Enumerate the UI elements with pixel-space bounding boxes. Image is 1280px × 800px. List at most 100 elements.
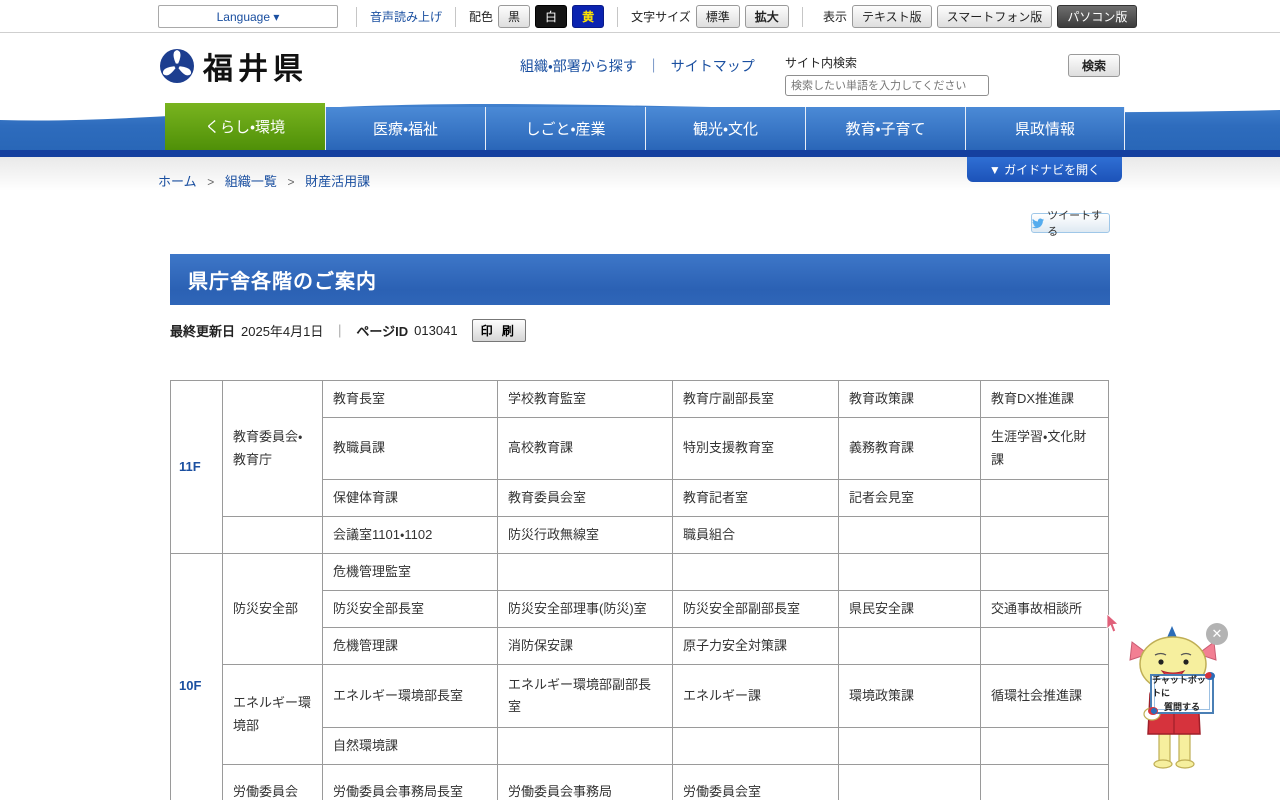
dept-cell: 労働委員会: [222, 764, 323, 800]
last-updated-label: 最終更新日: [170, 324, 236, 339]
room-cell: 交通事故相談所: [980, 590, 1109, 628]
utility-bar: Language ▾ 音声読み上げ 配色 黒 白 黄 文字サイズ 標準 拡大 表…: [0, 0, 1280, 33]
page-id-value: 013041: [414, 323, 458, 338]
nav-item-shigoto[interactable]: しごと・産業: [485, 107, 645, 150]
room-cell: 義務教育課: [838, 417, 981, 480]
last-updated-value: 2025年4月1日: [241, 324, 324, 339]
room-cell: 防災安全部理事(防災)室: [497, 590, 673, 628]
color-yellow-button[interactable]: 黄: [572, 5, 605, 28]
color-white-button[interactable]: 白: [535, 5, 568, 28]
color-scheme-label: 配色: [469, 10, 494, 24]
room-cell: 環境政策課: [838, 664, 981, 728]
chatbot-open-button[interactable]: チャットボットに 質問する: [1148, 672, 1215, 715]
room-cell: 労働委員会事務局長室: [322, 764, 498, 800]
room-cell: 危機管理監室: [322, 553, 498, 591]
table-row: 労働委員会 労働委員会事務局長室 労働委員会事務局 労働委員会室: [171, 764, 1109, 800]
dept-cell-empty: [222, 516, 323, 554]
table-row: エネルギー環境部 エネルギー環境部長室 エネルギー環境部副部長室 エネルギー課 …: [171, 664, 1109, 765]
table-row: 11F 教育委員会・教育庁 教育長室 学校教育監室 教育庁副部長室 教育政策課 …: [170, 380, 1109, 554]
page-meta: 最終更新日 2025年4月1日 ｜ ページID 013041 印 刷: [170, 319, 526, 342]
room-cell: 危機管理課: [322, 627, 498, 665]
nav-item-kurashi[interactable]: くらし・環境: [165, 103, 325, 150]
mouse-cursor-icon: [1106, 614, 1119, 633]
room-cell: エネルギー課: [672, 664, 839, 728]
table-row: 会議室1101・1102 防災行政無線室 職員組合: [171, 516, 1109, 554]
print-button[interactable]: 印 刷: [471, 319, 526, 342]
room-cell: 教職員課: [322, 417, 498, 480]
twitter-bird-icon: [1032, 218, 1045, 228]
room-cell: 労働委員会室: [672, 764, 839, 800]
room-cell-empty: [838, 516, 981, 554]
header-links: 組織・部署から探す ｜ サイトマップ: [520, 56, 755, 76]
room-cell: 教育DX推進課: [980, 380, 1109, 418]
room-cell: 原子力安全対策課: [672, 627, 839, 665]
dept-cell: 教育委員会・教育庁: [222, 380, 323, 517]
view-mode-label: 表示: [823, 10, 848, 24]
room-cell-empty: [980, 764, 1109, 800]
room-cell-empty: [497, 553, 673, 591]
room-cell: エネルギー環境部副部長室: [497, 664, 673, 728]
search-button[interactable]: 検索: [1067, 54, 1120, 77]
link-separator: ｜: [646, 58, 661, 74]
page-id-label: ページID: [356, 324, 409, 339]
room-cell-empty: [672, 553, 839, 591]
breadcrumb-home[interactable]: ホーム: [158, 174, 197, 189]
room-cell: 防災行政無線室: [497, 516, 673, 554]
room-cell-empty: [838, 627, 981, 665]
view-text-button[interactable]: テキスト版: [852, 5, 932, 28]
breadcrumb-current[interactable]: 財産活用課: [305, 174, 370, 189]
find-by-org-link[interactable]: 組織・部署から探す: [520, 58, 637, 74]
view-pc-button[interactable]: パソコン版: [1057, 5, 1138, 28]
table-row: 10F 防災安全部 危機管理監室: [170, 553, 1109, 800]
sitemap-link[interactable]: サイトマップ: [671, 58, 755, 74]
chatbot-widget: ✕ チャットボットに 質問する: [1122, 622, 1232, 782]
floor-guide-table: 11F 教育委員会・教育庁 教育長室 学校教育監室 教育庁副部長室 教育政策課 …: [170, 380, 1109, 800]
site-header: 福井県 組織・部署から探す ｜ サイトマップ サイト内検索 検索: [0, 34, 1280, 100]
room-cell: 循環社会推進課: [980, 664, 1109, 728]
tweet-button-label: ツイートする: [1047, 210, 1103, 238]
room-cell: 生涯学習・文化財課: [980, 417, 1109, 480]
search-input[interactable]: [785, 75, 989, 96]
nav-item-kanko[interactable]: 観光・文化: [645, 107, 805, 150]
divider: [356, 6, 357, 27]
dept-cell: エネルギー環境部: [222, 664, 323, 765]
tweet-button[interactable]: ツイートする: [1031, 210, 1110, 238]
breadcrumb: ホーム > 組織一覧 > 財産活用課: [158, 174, 371, 189]
room-cell-empty: [980, 627, 1109, 665]
site-name: 福井県: [203, 53, 308, 86]
nav-item-kensei[interactable]: 県政情報: [965, 107, 1125, 150]
nav-bottom-strip: [0, 150, 1280, 157]
room-cell-empty: [980, 516, 1109, 554]
room-cell: 保健体育課: [322, 479, 498, 517]
chatbot-sign-line2: 質問する: [1163, 701, 1200, 712]
fontsize-label: 文字サイズ: [631, 10, 691, 24]
guide-nav-open-button[interactable]: ▼ ガイドナビを開く: [967, 157, 1122, 182]
room-cell: 防災安全部長室: [322, 590, 498, 628]
language-selector[interactable]: Language ▾: [158, 5, 338, 28]
fontsize-standard-button[interactable]: 標準: [695, 5, 740, 28]
room-cell: エネルギー環境部長室: [322, 664, 498, 728]
floor-label-10f: 10F: [170, 553, 223, 800]
nav-item-iryo[interactable]: 医療・福祉: [325, 107, 485, 150]
room-cell: 職員組合: [672, 516, 839, 554]
room-cell: 特別支援教育室: [672, 417, 839, 480]
room-cell-empty: [838, 727, 981, 765]
site-logo[interactable]: 福井県: [157, 44, 308, 88]
room-cell: 教育委員会室: [497, 479, 673, 517]
chatbot-close-button[interactable]: ✕: [1206, 623, 1228, 645]
room-cell: 記者会見室: [838, 479, 981, 517]
view-smartphone-button[interactable]: スマートフォン版: [936, 5, 1053, 28]
title-banner: 県庁舎各階のご案内: [170, 254, 1110, 305]
fontsize-large-button[interactable]: 拡大: [744, 5, 789, 28]
room-cell: 教育長室: [322, 380, 498, 418]
breadcrumb-org-list[interactable]: 組織一覧: [225, 174, 277, 189]
dept-cell: 防災安全部: [222, 553, 323, 665]
color-black-button[interactable]: 黒: [498, 5, 531, 28]
room-cell: 消防保安課: [497, 627, 673, 665]
room-cell-empty: [980, 553, 1109, 591]
audio-readout-link[interactable]: 音声読み上げ: [370, 8, 442, 25]
floor-label-11f: 11F: [170, 380, 223, 554]
room-cell-empty: [838, 764, 981, 800]
nav-item-kyoiku[interactable]: 教育・子育て: [805, 107, 965, 150]
page: Language ▾ 音声読み上げ 配色 黒 白 黄 文字サイズ 標準 拡大 表…: [0, 0, 1280, 800]
